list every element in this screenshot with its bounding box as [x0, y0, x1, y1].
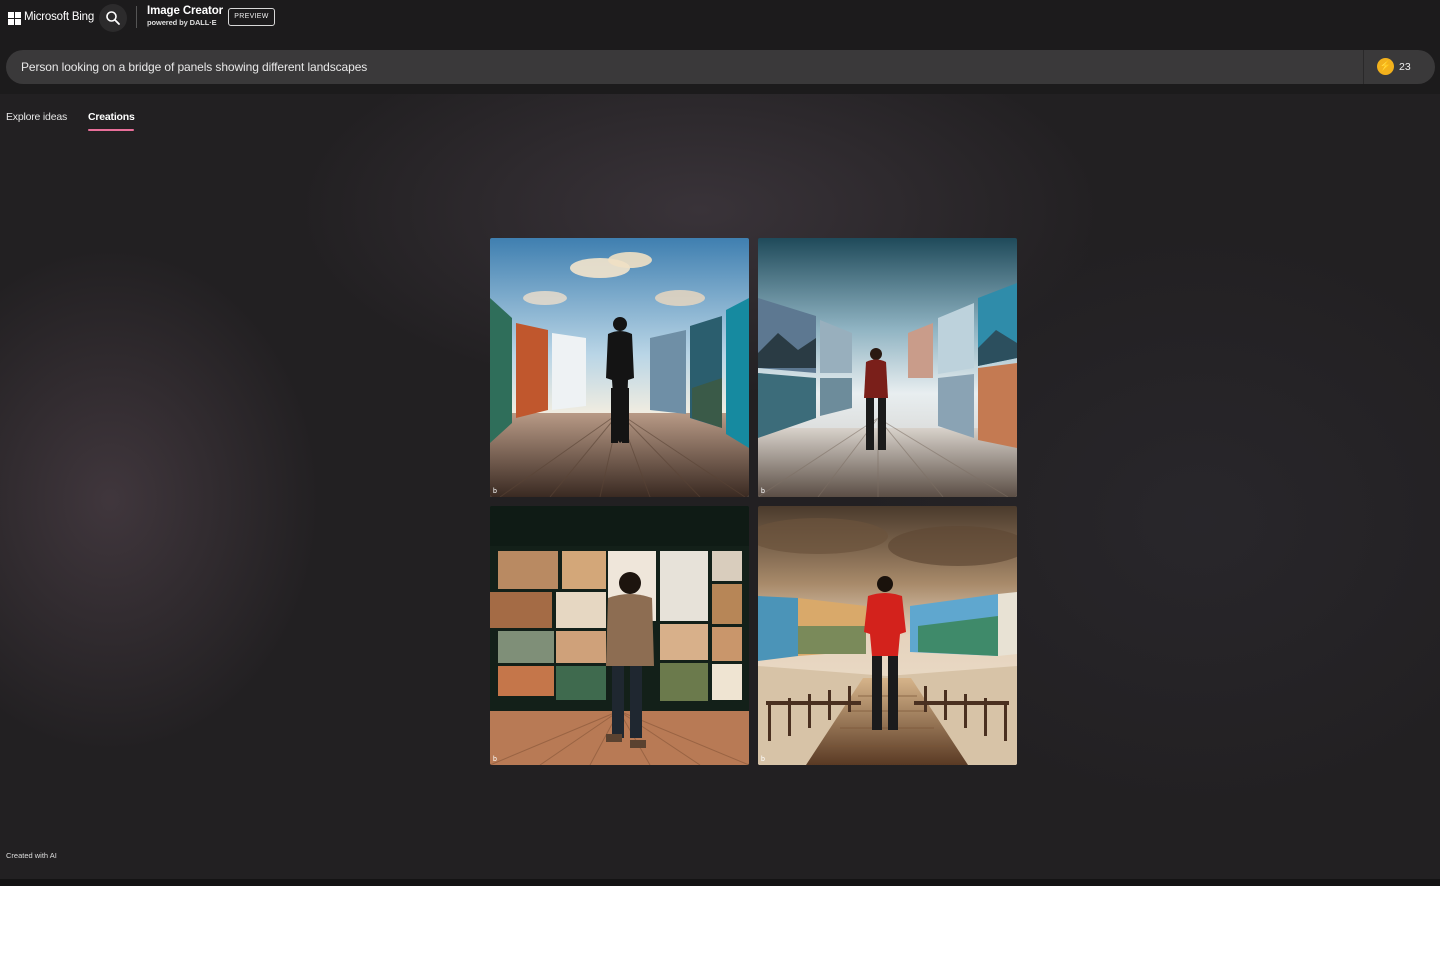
svg-text:b: b: [761, 756, 765, 763]
svg-text:b: b: [493, 488, 497, 495]
app-subtitle: powered by DALL·E: [147, 18, 217, 27]
result-image-4-art: b: [758, 506, 1017, 765]
search-button[interactable]: [99, 4, 127, 32]
result-image-3[interactable]: b: [490, 506, 749, 765]
tab-creations[interactable]: Creations: [88, 111, 135, 123]
created-with-ai-note: Created with AI: [6, 851, 57, 860]
lightning-coin-icon[interactable]: ⚡: [1377, 58, 1394, 75]
prompt-bar: ⚡ 23: [6, 50, 1435, 84]
prompt-input[interactable]: [21, 50, 1351, 84]
prompt-separator: [1363, 50, 1364, 84]
result-image-1[interactable]: b: [490, 238, 749, 497]
top-bar: Microsoft Bing Image Creator powered by …: [0, 0, 1440, 94]
header-divider: [136, 6, 137, 28]
app-title: Image Creator: [147, 5, 224, 17]
result-image-2[interactable]: b: [758, 238, 1017, 497]
image-results-grid: b b b b: [490, 238, 1018, 766]
active-tab-indicator: [88, 129, 134, 131]
result-image-3-art: b: [490, 506, 749, 765]
svg-text:b: b: [493, 756, 497, 763]
brand-link[interactable]: Microsoft Bing: [24, 11, 94, 23]
app-title-block[interactable]: Image Creator powered by DALL·E: [147, 5, 223, 27]
microsoft-logo-icon[interactable]: [8, 12, 21, 25]
search-icon: [106, 11, 120, 25]
preview-badge: PREVIEW: [228, 8, 275, 26]
tab-explore-ideas[interactable]: Explore ideas: [6, 111, 67, 123]
bottom-strip: [0, 879, 1440, 886]
result-image-1-art: b: [490, 238, 749, 497]
boost-count[interactable]: 23: [1399, 61, 1411, 73]
result-image-2-art: b: [758, 238, 1017, 497]
result-image-4[interactable]: b: [758, 506, 1017, 765]
svg-text:b: b: [761, 488, 765, 495]
app-window: Microsoft Bing Image Creator powered by …: [0, 0, 1440, 886]
